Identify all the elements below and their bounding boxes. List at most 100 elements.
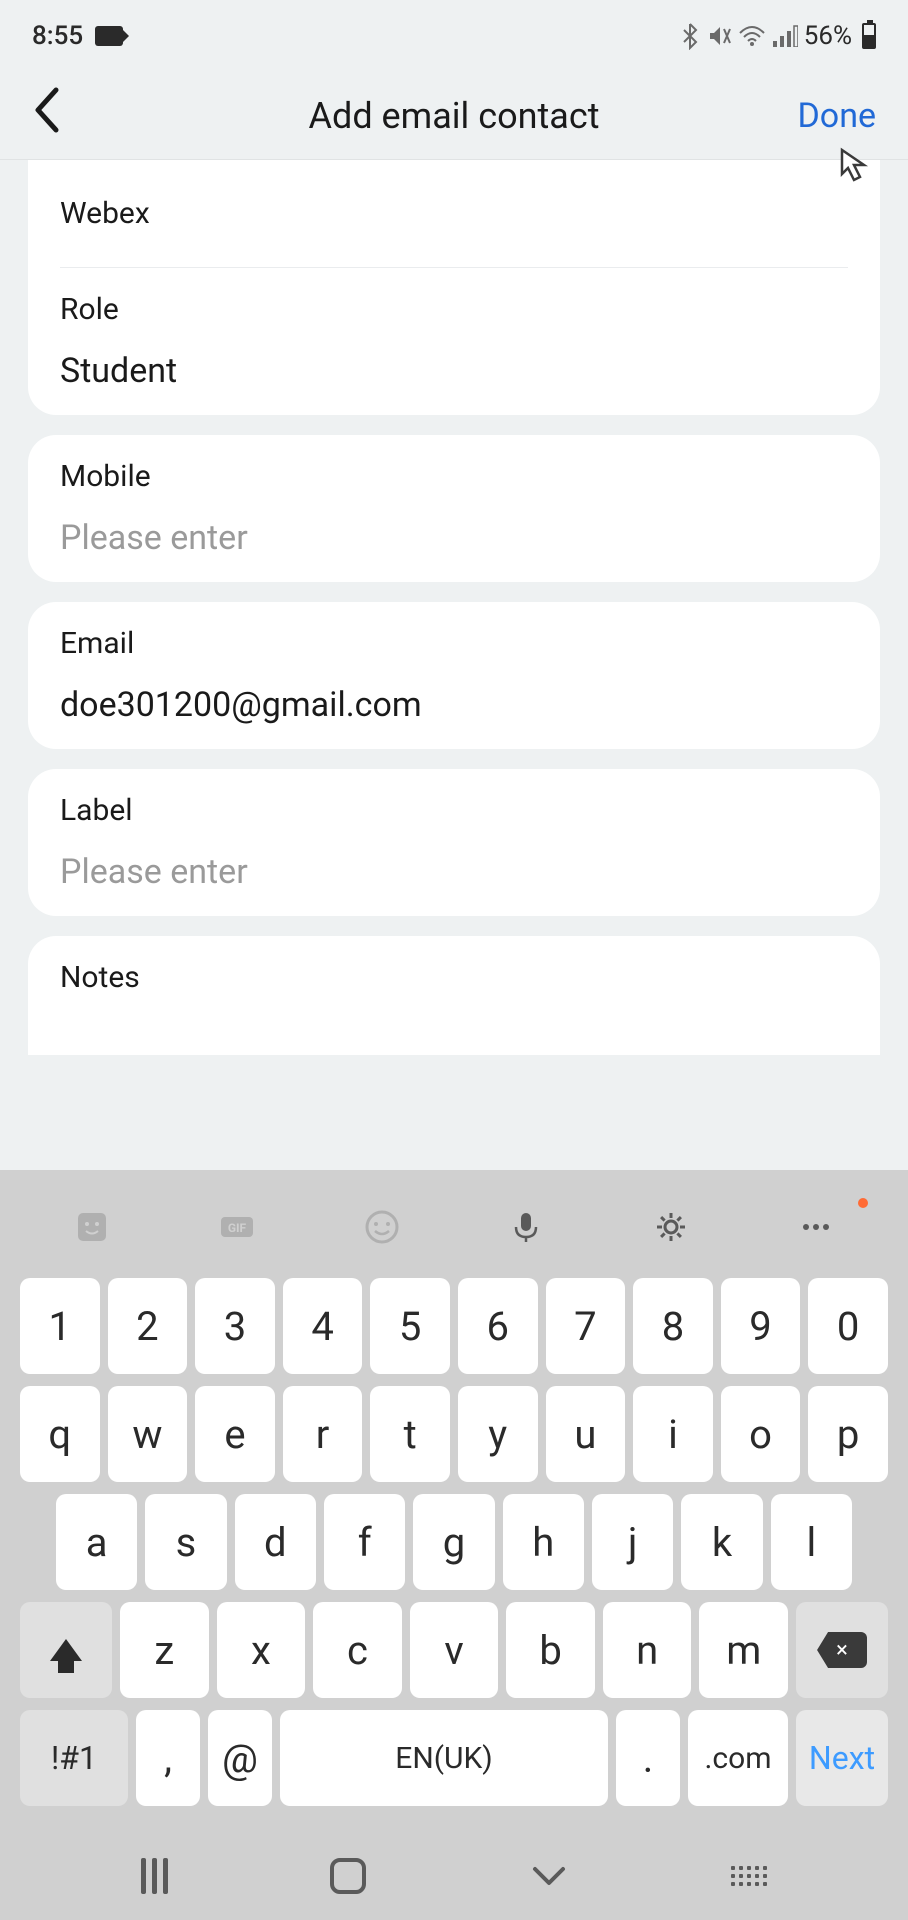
key-8[interactable]: 8 [633, 1278, 713, 1374]
gear-icon[interactable] [650, 1206, 692, 1248]
key-row-1: 1 2 3 4 5 6 7 8 9 0 [20, 1278, 888, 1374]
key-e[interactable]: e [195, 1386, 275, 1482]
key-7[interactable]: 7 [546, 1278, 626, 1374]
mobile-label: Mobile [60, 459, 848, 494]
key-y[interactable]: y [458, 1386, 538, 1482]
key-shift[interactable] [20, 1602, 112, 1698]
card-webex-role: Webex Role Student [28, 160, 880, 415]
nav-back-button[interactable] [529, 1861, 569, 1891]
form-content: Webex Role Student Mobile Email doe30120… [0, 160, 908, 1055]
navigation-bar [0, 1832, 908, 1920]
svg-text:GIF: GIF [228, 1221, 247, 1235]
card-label: Label [28, 769, 880, 916]
key-n[interactable]: n [603, 1602, 692, 1698]
key-u[interactable]: u [546, 1386, 626, 1482]
back-button[interactable] [32, 86, 62, 146]
key-2[interactable]: 2 [108, 1278, 188, 1374]
key-symbols[interactable]: !#1 [20, 1710, 128, 1806]
key-b[interactable]: b [506, 1602, 595, 1698]
field-webex[interactable]: Webex [60, 160, 848, 268]
nav-home-button[interactable] [330, 1858, 366, 1894]
key-com[interactable]: .com [688, 1710, 788, 1806]
key-x[interactable]: x [217, 1602, 306, 1698]
more-icon[interactable] [795, 1206, 837, 1248]
notification-dot-icon [858, 1198, 868, 1208]
battery-icon [862, 23, 876, 49]
key-s[interactable]: s [145, 1494, 226, 1590]
notes-label: Notes [60, 960, 848, 995]
mute-icon [706, 23, 732, 49]
mobile-input[interactable] [60, 518, 848, 558]
field-email[interactable]: Email doe301200@gmail.com [60, 602, 848, 749]
key-v[interactable]: v [410, 1602, 499, 1698]
key-dot[interactable]: . [616, 1710, 680, 1806]
email-value: doe301200@gmail.com [60, 685, 848, 725]
key-g[interactable]: g [413, 1494, 494, 1590]
nav-keyboard-button[interactable] [731, 1866, 767, 1886]
bluetooth-icon [680, 22, 700, 50]
key-c[interactable]: c [313, 1602, 402, 1698]
signal-icon [772, 25, 798, 47]
status-bar: 8:55 56% [0, 0, 908, 72]
key-row-2: q w e r t y u i o p [20, 1386, 888, 1482]
key-row-4: z x c v b n m × [20, 1602, 888, 1698]
keyboard-keys: 1 2 3 4 5 6 7 8 9 0 q w e r t y u i o p … [0, 1270, 908, 1832]
wifi-icon [738, 25, 766, 47]
key-3[interactable]: 3 [195, 1278, 275, 1374]
key-i[interactable]: i [633, 1386, 713, 1482]
status-left: 8:55 [32, 21, 123, 51]
field-notes[interactable]: Notes [60, 936, 848, 995]
key-backspace[interactable]: × [796, 1602, 888, 1698]
backspace-icon: × [817, 1632, 867, 1668]
key-r[interactable]: r [283, 1386, 363, 1482]
microphone-icon[interactable] [505, 1206, 547, 1248]
key-d[interactable]: d [235, 1494, 316, 1590]
key-6[interactable]: 6 [458, 1278, 538, 1374]
key-9[interactable]: 9 [721, 1278, 801, 1374]
battery-percent: 56% [804, 21, 852, 51]
app-bar: Add email contact Done [0, 72, 908, 160]
field-mobile[interactable]: Mobile [60, 435, 848, 582]
key-a[interactable]: a [56, 1494, 137, 1590]
key-w[interactable]: w [108, 1386, 188, 1482]
chevron-left-icon [32, 86, 62, 134]
key-row-5: !#1 , @ EN(UK) . .com Next [20, 1710, 888, 1806]
key-0[interactable]: 0 [808, 1278, 888, 1374]
key-h[interactable]: h [503, 1494, 584, 1590]
key-z[interactable]: z [120, 1602, 209, 1698]
emoji-icon[interactable] [361, 1206, 403, 1248]
role-value: Student [60, 351, 848, 391]
shift-icon [50, 1639, 82, 1661]
key-next[interactable]: Next [796, 1710, 888, 1806]
key-at[interactable]: @ [208, 1710, 272, 1806]
sticker-icon[interactable] [71, 1206, 113, 1248]
key-l[interactable]: l [771, 1494, 852, 1590]
key-k[interactable]: k [681, 1494, 762, 1590]
webex-label: Webex [60, 184, 848, 243]
key-space[interactable]: EN(UK) [280, 1710, 608, 1806]
key-5[interactable]: 5 [370, 1278, 450, 1374]
label-input[interactable] [60, 852, 848, 892]
key-m[interactable]: m [699, 1602, 788, 1698]
video-record-icon [95, 26, 123, 46]
field-label[interactable]: Label [60, 769, 848, 916]
status-right: 56% [680, 21, 876, 51]
field-role[interactable]: Role Student [60, 268, 848, 415]
key-j[interactable]: j [592, 1494, 673, 1590]
nav-recents-button[interactable] [141, 1858, 168, 1894]
key-o[interactable]: o [721, 1386, 801, 1482]
card-email: Email doe301200@gmail.com [28, 602, 880, 749]
key-1[interactable]: 1 [20, 1278, 100, 1374]
gif-icon[interactable]: GIF [216, 1206, 258, 1248]
key-comma[interactable]: , [136, 1710, 200, 1806]
card-notes: Notes [28, 936, 880, 1055]
key-p[interactable]: p [808, 1386, 888, 1482]
done-button[interactable]: Done [797, 96, 876, 136]
email-label: Email [60, 626, 848, 661]
key-q[interactable]: q [20, 1386, 100, 1482]
key-f[interactable]: f [324, 1494, 405, 1590]
cursor-icon [838, 146, 872, 186]
key-4[interactable]: 4 [283, 1278, 363, 1374]
key-t[interactable]: t [370, 1386, 450, 1482]
card-mobile: Mobile [28, 435, 880, 582]
